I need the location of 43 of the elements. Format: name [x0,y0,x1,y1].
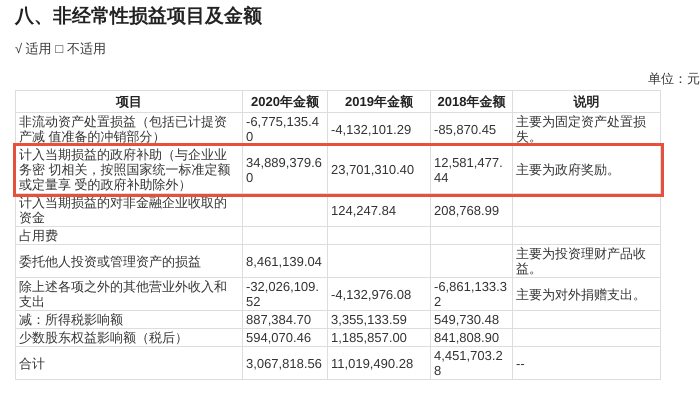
column-header: 2018年金额 [430,90,512,112]
table-cell: 非流动资产处置损益（包括已计提资产减 值准备的冲销部分） [19,114,227,144]
table-cell: 11,019,490.28 [331,356,414,370]
table-cell: 委托他人投资或管理资产的损益 [19,254,201,268]
table-cell: 124,247.84 [331,202,396,218]
table-cell: 主要为固定资产处置损失。 [516,114,646,144]
table-cell: 计入当期损益的对非金融企业收取的资金 [19,195,227,225]
table-cell: 1,185,857.00 [331,330,407,345]
table-cell: 12,581,477.44 [434,154,503,184]
column-header: 2020年金额 [242,90,328,112]
table-cell: 23,701,310.40 [331,162,414,177]
column-header: 说明 [512,90,660,112]
table-cell: 549,730.48 [434,312,500,327]
table-cell: 841,808.90 [434,330,500,345]
table-cell: 34,889,379.60 [246,154,322,184]
applicability-text: √ 适用 □ 不适用 [15,40,107,58]
table-cell: 3,067,818.56 [246,356,322,370]
unit-label: 单位：元 [648,70,700,88]
table-cell: -4,132,976.08 [331,286,412,302]
table-cell: 主要为对外捐赠支出。 [516,286,646,302]
table-cell: -- [516,356,525,370]
table-cell: 887,384.70 [246,312,312,327]
table-cell: 3,355,133.59 [331,312,407,327]
table-cell: 主要为政府奖励。 [516,162,620,177]
table-cell: 除上述各项之外的其他营业外收入和支出 [19,279,227,309]
table-cell: 8,461,139.04 [246,254,322,268]
table-cell: 208,768.99 [434,202,500,218]
table-cell: -6,775,135.40 [246,114,320,144]
table-cell: 4,451,703.28 [434,348,503,378]
table-cell: -6,861,133.32 [434,279,508,309]
table-cell: 主要为投资理财产品收益。 [516,246,646,276]
section-heading: 八、非经常性损益项目及金额 [15,4,263,29]
table-cell: -4,132,101.29 [331,122,412,136]
table-cell: 少数股东权益影响额（税后） [19,330,188,345]
column-header: 项目 [16,90,242,112]
table-cell: -32,026,109.52 [246,279,320,309]
table-cell: 占用费 [19,228,58,243]
table-cell: 合计 [19,356,45,370]
column-header: 2019年金额 [328,90,430,112]
table-cell: 594,070.46 [246,330,312,345]
table-cell: -85,870.45 [434,122,496,136]
table-cell: 计入当期损益的政府补助（与企业业务密 切相关，按照国家统一标准定额或定量享 受的政府补助除外） [19,147,231,192]
table-cell: 减：所得税影响额 [19,312,123,327]
